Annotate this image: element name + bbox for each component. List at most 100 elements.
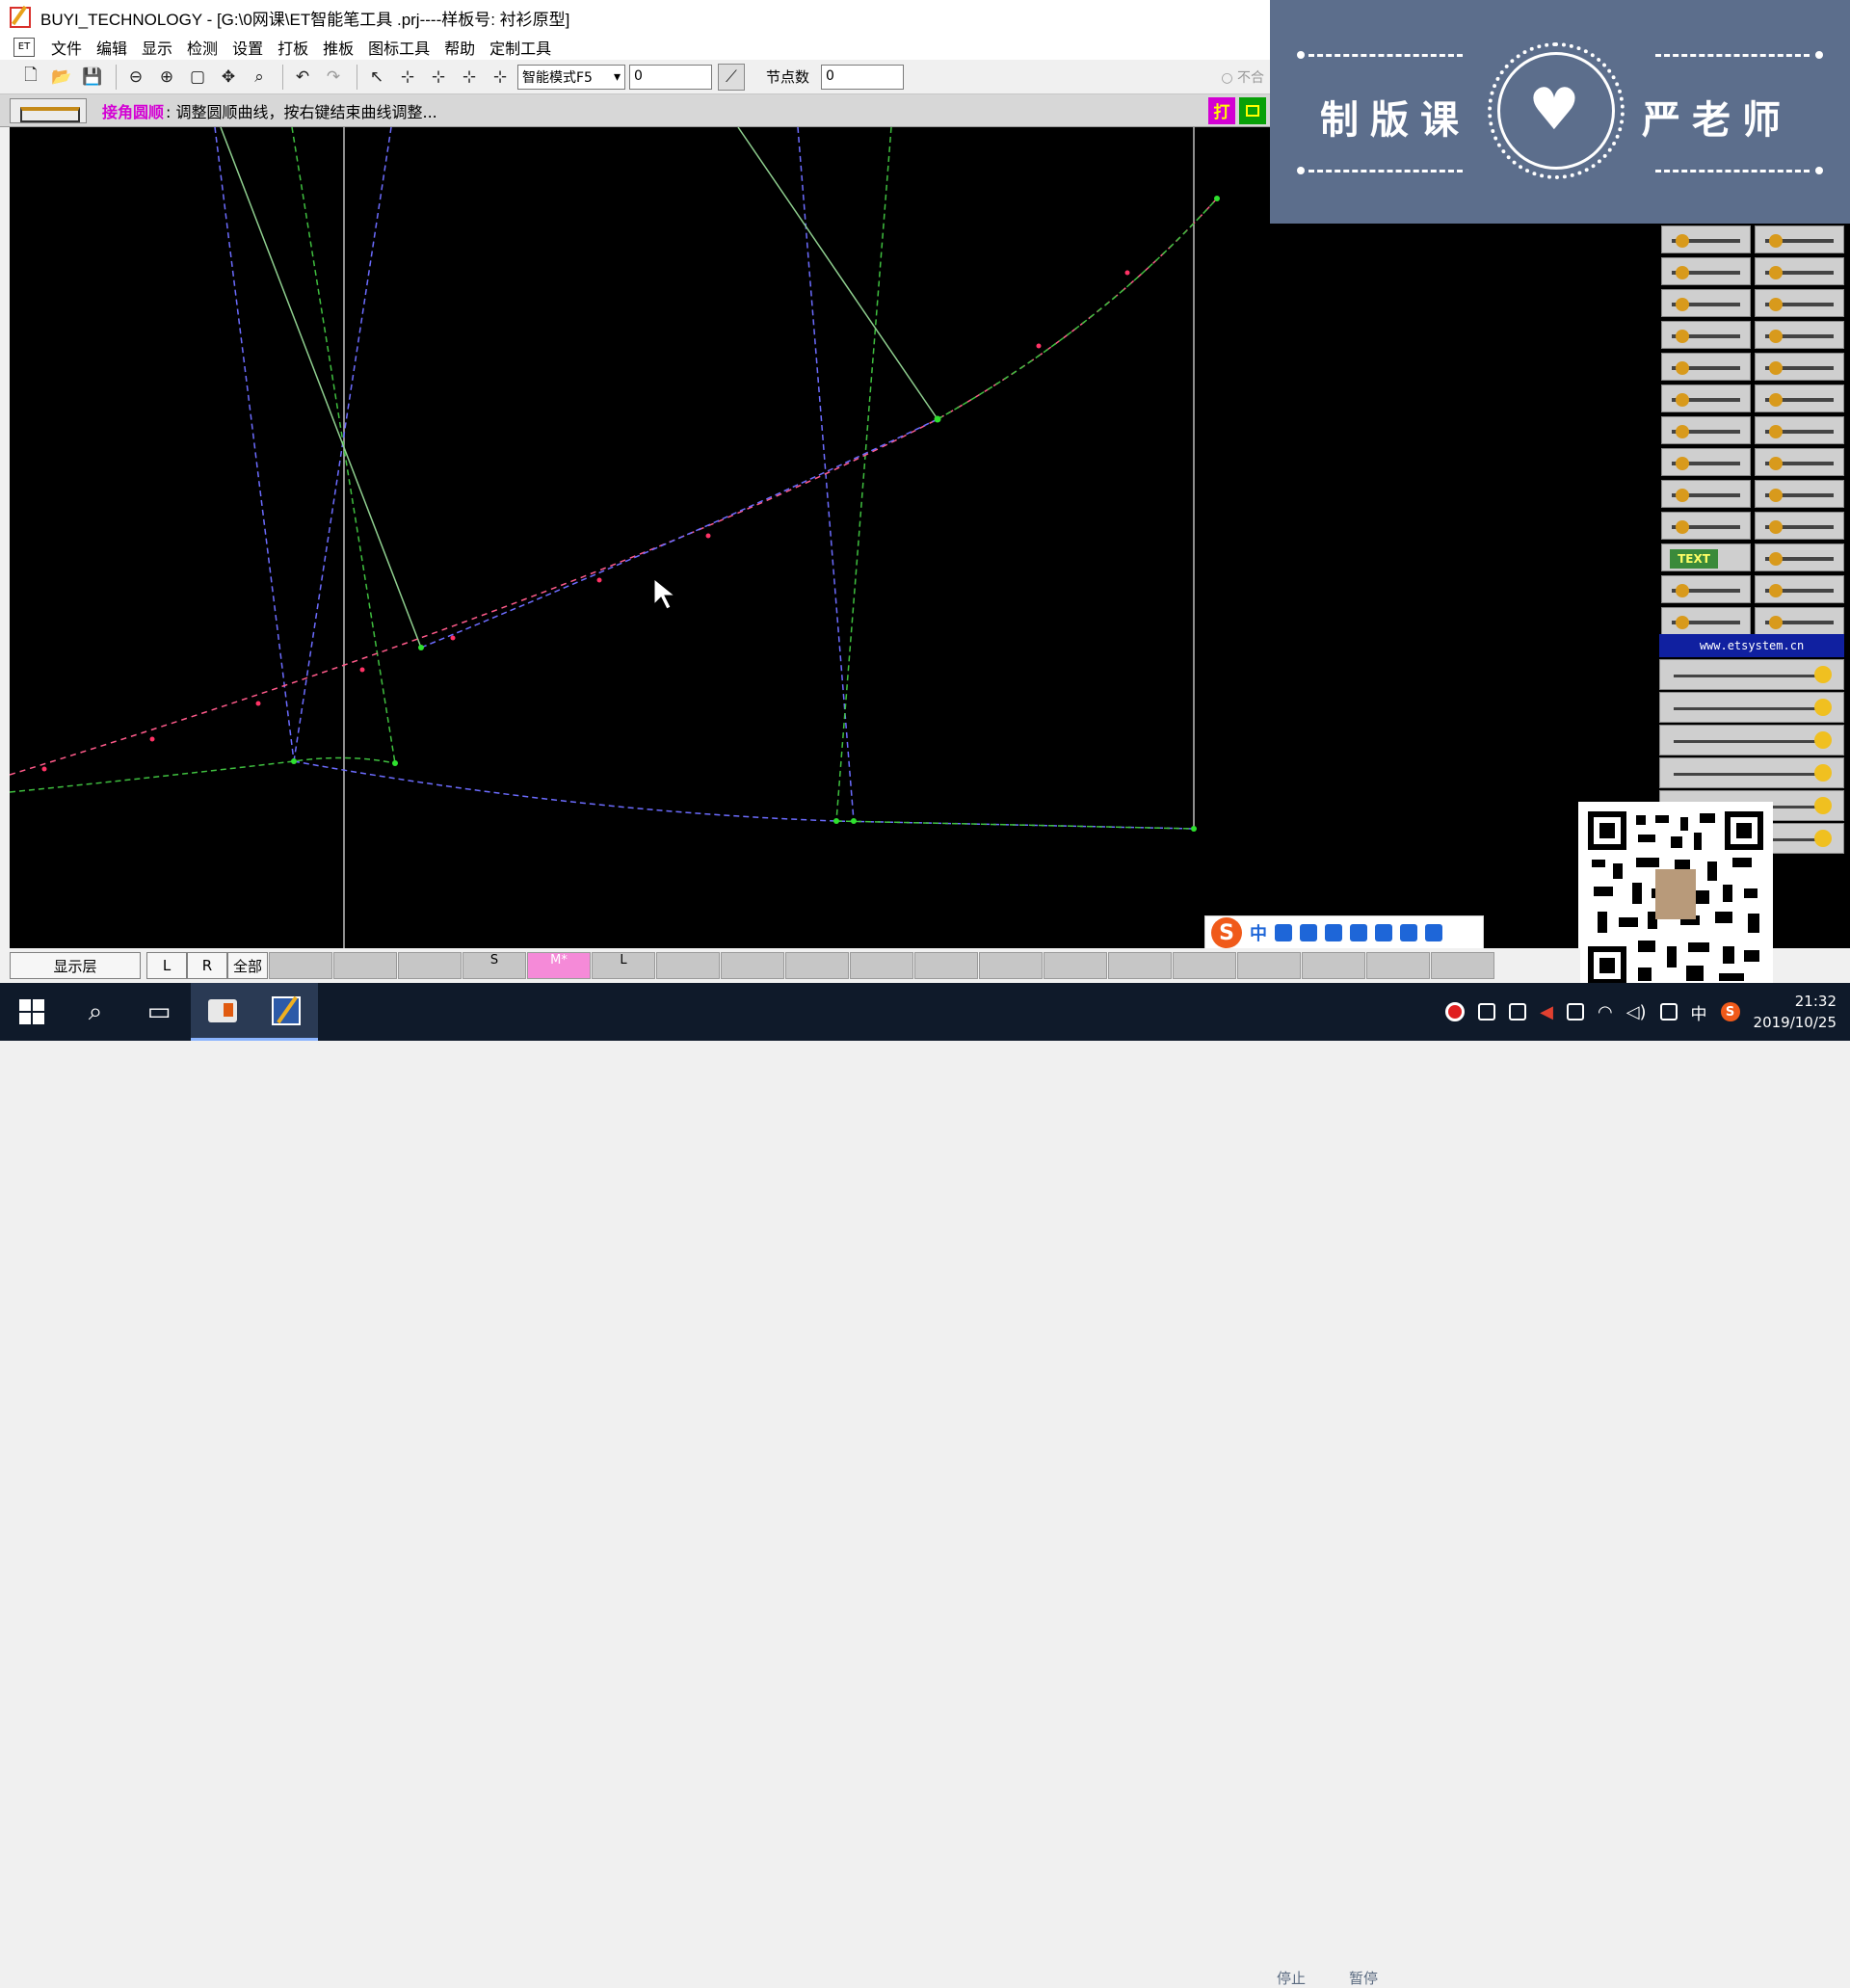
- control-point[interactable]: [450, 635, 456, 641]
- control-point[interactable]: [1036, 343, 1042, 349]
- control-point[interactable]: [705, 533, 711, 539]
- microphone-icon[interactable]: [1325, 924, 1342, 941]
- node-count-input[interactable]: 0: [821, 64, 905, 90]
- key-point[interactable]: [291, 758, 297, 764]
- right-layer-button[interactable]: R: [187, 952, 227, 979]
- control-point[interactable]: [596, 577, 602, 583]
- speaker-mute-icon[interactable]: ◀: [1540, 1002, 1553, 1022]
- search-icon[interactable]: ⌕: [64, 983, 127, 1041]
- tool-button-16[interactable]: [1755, 448, 1844, 476]
- shirt-icon[interactable]: [1400, 924, 1417, 941]
- size-slot[interactable]: [1044, 952, 1107, 979]
- tool-button-5[interactable]: [1661, 289, 1751, 317]
- display-icon[interactable]: [1509, 1003, 1527, 1021]
- volume-icon[interactable]: ◁): [1626, 1002, 1647, 1022]
- record-icon[interactable]: [1445, 1002, 1466, 1021]
- menu-check[interactable]: 检测: [187, 36, 218, 59]
- tool-button-12[interactable]: [1755, 384, 1844, 412]
- save-icon[interactable]: 💾: [79, 64, 106, 91]
- curve-ruler-tool[interactable]: [1659, 692, 1844, 723]
- zoom-area-icon[interactable]: ⌕: [246, 64, 273, 91]
- tool-button-20[interactable]: [1755, 512, 1844, 540]
- node-tool-1-icon[interactable]: ⊹: [394, 64, 421, 91]
- zoom-in-icon[interactable]: ⊕: [153, 64, 180, 91]
- size-slot[interactable]: [721, 952, 784, 979]
- tool-button-19[interactable]: [1661, 512, 1751, 540]
- value-input[interactable]: 0: [629, 64, 712, 90]
- menu-edit[interactable]: 编辑: [96, 36, 127, 59]
- frame-mode-button[interactable]: [1239, 96, 1266, 124]
- tool-button-18[interactable]: [1755, 480, 1844, 508]
- tool-button-8[interactable]: [1755, 321, 1844, 349]
- punctuation-icon[interactable]: [1300, 924, 1317, 941]
- tool-button-22[interactable]: [1755, 543, 1844, 571]
- usb-icon[interactable]: [1478, 1003, 1496, 1021]
- size-slot[interactable]: [785, 952, 849, 979]
- all-layers-button[interactable]: 全部: [227, 952, 268, 979]
- sogou-tray-icon[interactable]: S: [1720, 1002, 1740, 1021]
- tool-button-14[interactable]: [1755, 416, 1844, 444]
- wifi-icon[interactable]: ◠: [1598, 1002, 1613, 1022]
- tool-button-3[interactable]: [1661, 257, 1751, 285]
- menu-help[interactable]: 帮助: [444, 36, 475, 59]
- menu-grading[interactable]: 推板: [323, 36, 354, 59]
- undo-icon[interactable]: ↶: [289, 64, 316, 91]
- size-slot[interactable]: [269, 952, 332, 979]
- tool-button-9[interactable]: [1661, 353, 1751, 381]
- control-point[interactable]: [359, 667, 365, 673]
- start-button[interactable]: [0, 983, 64, 1041]
- menu-settings[interactable]: 设置: [232, 36, 263, 59]
- menu-logo-icon[interactable]: ET: [13, 38, 35, 57]
- tape-measure-tool[interactable]: [1659, 659, 1844, 690]
- size-slot[interactable]: [333, 952, 397, 979]
- left-layer-button[interactable]: L: [146, 952, 187, 979]
- task-view-icon[interactable]: ▭: [127, 983, 191, 1041]
- menu-file[interactable]: 文件: [51, 36, 82, 59]
- tool-button-11[interactable]: [1661, 384, 1751, 412]
- tool-button-13[interactable]: [1661, 416, 1751, 444]
- keyboard-icon[interactable]: [1350, 924, 1367, 941]
- key-point[interactable]: [833, 818, 839, 824]
- node-tool-2-icon[interactable]: ⊹: [425, 64, 452, 91]
- size-slot[interactable]: [1366, 952, 1430, 979]
- tool-button-2[interactable]: [1755, 225, 1844, 253]
- ime-logo-icon[interactable]: S: [1211, 917, 1242, 948]
- size-slot[interactable]: [1302, 952, 1365, 979]
- size-slot[interactable]: [398, 952, 462, 979]
- menu-custom-tools[interactable]: 定制工具: [489, 36, 551, 59]
- menu-view[interactable]: 显示: [142, 36, 172, 59]
- zoom-out-icon[interactable]: ⊖: [122, 64, 149, 91]
- key-point[interactable]: [1214, 196, 1220, 201]
- menu-icon-tools[interactable]: 图标工具: [368, 36, 430, 59]
- taskbar-app-office[interactable]: [191, 983, 254, 1041]
- key-point[interactable]: [418, 645, 424, 650]
- control-point[interactable]: [255, 701, 261, 706]
- control-point[interactable]: [1124, 270, 1130, 276]
- tool-button-25[interactable]: [1661, 607, 1751, 635]
- text-tool-button[interactable]: TEXT: [1661, 543, 1751, 571]
- key-point[interactable]: [1191, 826, 1197, 832]
- wave-tool[interactable]: [1659, 757, 1844, 788]
- display-layer-button[interactable]: 显示层: [10, 952, 141, 979]
- key-point[interactable]: [934, 415, 941, 423]
- size-slot-l[interactable]: L: [592, 952, 655, 979]
- user-icon[interactable]: [1375, 924, 1392, 941]
- print-mode-button[interactable]: 打: [1208, 96, 1235, 124]
- size-slot[interactable]: [1431, 952, 1494, 979]
- tool-button-26[interactable]: [1755, 607, 1844, 635]
- size-slot[interactable]: [1237, 952, 1301, 979]
- tool-button-6[interactable]: [1755, 289, 1844, 317]
- control-point[interactable]: [41, 766, 47, 772]
- size-slot[interactable]: [656, 952, 720, 979]
- key-point[interactable]: [392, 760, 398, 766]
- fit-window-icon[interactable]: ▢: [184, 64, 211, 91]
- line-tool-icon[interactable]: ⟋: [718, 63, 745, 91]
- moon-icon[interactable]: [1275, 924, 1292, 941]
- size-slot[interactable]: [1108, 952, 1172, 979]
- tool-button-23[interactable]: [1661, 575, 1751, 603]
- arc-tool[interactable]: [1659, 725, 1844, 755]
- size-slot[interactable]: [850, 952, 913, 979]
- tool-button-17[interactable]: [1661, 480, 1751, 508]
- notification-icon[interactable]: [1659, 1003, 1678, 1021]
- select-delete-icon[interactable]: ↖: [363, 64, 390, 91]
